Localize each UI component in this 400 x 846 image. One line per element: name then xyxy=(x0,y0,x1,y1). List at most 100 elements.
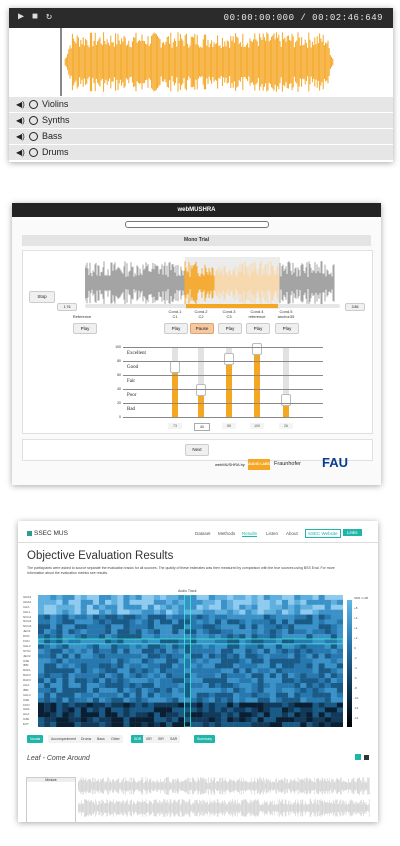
heatmap-cell[interactable] xyxy=(196,658,203,664)
heatmap-cell[interactable] xyxy=(50,687,57,693)
heatmap-cell[interactable] xyxy=(330,687,338,693)
heatmap-cell[interactable] xyxy=(147,629,155,635)
heatmap-cell[interactable] xyxy=(184,599,191,605)
track-row[interactable]: ◀) Synths xyxy=(9,112,393,128)
heatmap-cell[interactable] xyxy=(227,722,234,727)
heatmap-cell[interactable] xyxy=(221,609,228,615)
heatmap-cell[interactable] xyxy=(288,717,295,723)
heatmap-cell[interactable] xyxy=(221,658,228,664)
heatmap-cell[interactable] xyxy=(239,707,246,713)
heatmap-cell[interactable] xyxy=(117,609,124,615)
heatmap-cell[interactable] xyxy=(263,653,270,659)
heatmap-cell[interactable] xyxy=(221,648,228,654)
heatmap-cell[interactable] xyxy=(306,648,313,654)
heatmap-cell[interactable] xyxy=(245,722,252,727)
heatmap-cell[interactable] xyxy=(306,722,313,727)
heatmap-cell[interactable] xyxy=(56,697,63,703)
heatmap-cell[interactable] xyxy=(117,624,124,630)
heatmap-cell[interactable] xyxy=(172,683,179,689)
heatmap-cell[interactable] xyxy=(160,678,167,684)
heatmap-cell[interactable] xyxy=(74,692,81,698)
heatmap-cell[interactable] xyxy=(245,604,252,610)
heatmap-cell[interactable] xyxy=(318,643,325,649)
heatmap-cell[interactable] xyxy=(239,624,246,630)
heatmap-cell[interactable] xyxy=(330,673,338,679)
heatmap-cell[interactable] xyxy=(251,624,258,630)
heatmap-cell[interactable] xyxy=(214,658,222,664)
method-label[interactable]: GRA2 xyxy=(23,600,37,604)
heatmap-cell[interactable] xyxy=(129,643,136,649)
nav-methods[interactable]: Methods xyxy=(218,531,235,536)
heatmap-cell[interactable] xyxy=(92,609,100,615)
heatmap-cell[interactable] xyxy=(312,624,319,630)
heatmap-cell[interactable] xyxy=(336,722,343,727)
heatmap-cell[interactable] xyxy=(245,673,252,679)
heatmap-cell[interactable] xyxy=(105,629,112,635)
heatmap-cell[interactable] xyxy=(214,678,222,684)
heatmap-cell[interactable] xyxy=(129,653,136,659)
heatmap-cell[interactable] xyxy=(227,717,234,723)
heatmap-cell[interactable] xyxy=(62,609,69,615)
heatmap-cell[interactable] xyxy=(294,678,301,684)
heatmap-cell[interactable] xyxy=(282,717,289,723)
heatmap-cell[interactable] xyxy=(214,639,222,645)
heatmap-cell[interactable] xyxy=(153,673,161,679)
heatmap-cell[interactable] xyxy=(282,643,289,649)
heatmap-cell[interactable] xyxy=(306,634,313,640)
heatmap-cell[interactable] xyxy=(288,692,295,698)
heatmap-cell[interactable] xyxy=(74,707,81,713)
heatmap-cell[interactable] xyxy=(288,673,295,679)
heatmap-cell[interactable] xyxy=(318,663,325,669)
heatmap-cell[interactable] xyxy=(184,624,191,630)
heatmap-cell[interactable] xyxy=(105,599,112,605)
heatmap-cell[interactable] xyxy=(80,643,87,649)
heatmap-cell[interactable] xyxy=(288,707,295,713)
heatmap-cell[interactable] xyxy=(312,658,319,664)
heatmap-cell[interactable] xyxy=(44,629,51,635)
heatmap-cell[interactable] xyxy=(275,663,283,669)
heatmap-cell[interactable] xyxy=(300,707,307,713)
heatmap-cell[interactable] xyxy=(233,678,240,684)
heatmap-cell[interactable] xyxy=(312,712,319,718)
heatmap-cell[interactable] xyxy=(269,702,277,708)
heatmap-cell[interactable] xyxy=(202,643,209,649)
heatmap-cell[interactable] xyxy=(269,712,277,718)
heatmap-cell[interactable] xyxy=(233,722,240,727)
heatmap-cell[interactable] xyxy=(111,614,118,620)
heatmap-cell[interactable] xyxy=(202,683,209,689)
heatmap-cell[interactable] xyxy=(263,658,270,664)
heatmap-cell[interactable] xyxy=(56,717,63,723)
heatmap-cell[interactable] xyxy=(196,639,203,645)
heatmap-cell[interactable] xyxy=(99,702,106,708)
heatmap-cell[interactable] xyxy=(330,599,338,605)
heatmap-cell[interactable] xyxy=(275,629,283,635)
heatmap-cell[interactable] xyxy=(257,609,264,615)
heatmap-cell[interactable] xyxy=(221,643,228,649)
heatmap-cell[interactable] xyxy=(160,658,167,664)
heatmap-cell[interactable] xyxy=(221,673,228,679)
heatmap-cell[interactable] xyxy=(251,653,258,659)
heatmap-cell[interactable] xyxy=(300,639,307,645)
heatmap-cell[interactable] xyxy=(117,712,124,718)
heatmap-cell[interactable] xyxy=(105,722,112,727)
heatmap-cell[interactable] xyxy=(184,639,191,645)
heatmap-cell[interactable] xyxy=(214,663,222,669)
heatmap-cell[interactable] xyxy=(184,702,191,708)
heatmap-cell[interactable] xyxy=(147,634,155,640)
heatmap-cell[interactable] xyxy=(129,658,136,664)
heatmap-cell[interactable] xyxy=(80,595,87,601)
heatmap-cell[interactable] xyxy=(257,697,264,703)
heatmap-cell[interactable] xyxy=(153,619,161,625)
heatmap-cell[interactable] xyxy=(50,707,57,713)
heatmap-cell[interactable] xyxy=(141,619,148,625)
filter-tab[interactable]: ISR xyxy=(143,735,155,743)
heatmap-cell[interactable] xyxy=(300,595,307,601)
heatmap-cell[interactable] xyxy=(239,658,246,664)
heatmap-cell[interactable] xyxy=(300,673,307,679)
heatmap-cell[interactable] xyxy=(208,707,216,713)
heatmap-cell[interactable] xyxy=(68,609,75,615)
heatmap-cell[interactable] xyxy=(105,673,112,679)
heatmap-cell[interactable] xyxy=(105,639,112,645)
heatmap-cell[interactable] xyxy=(38,668,45,674)
heatmap-cell[interactable] xyxy=(221,687,228,693)
